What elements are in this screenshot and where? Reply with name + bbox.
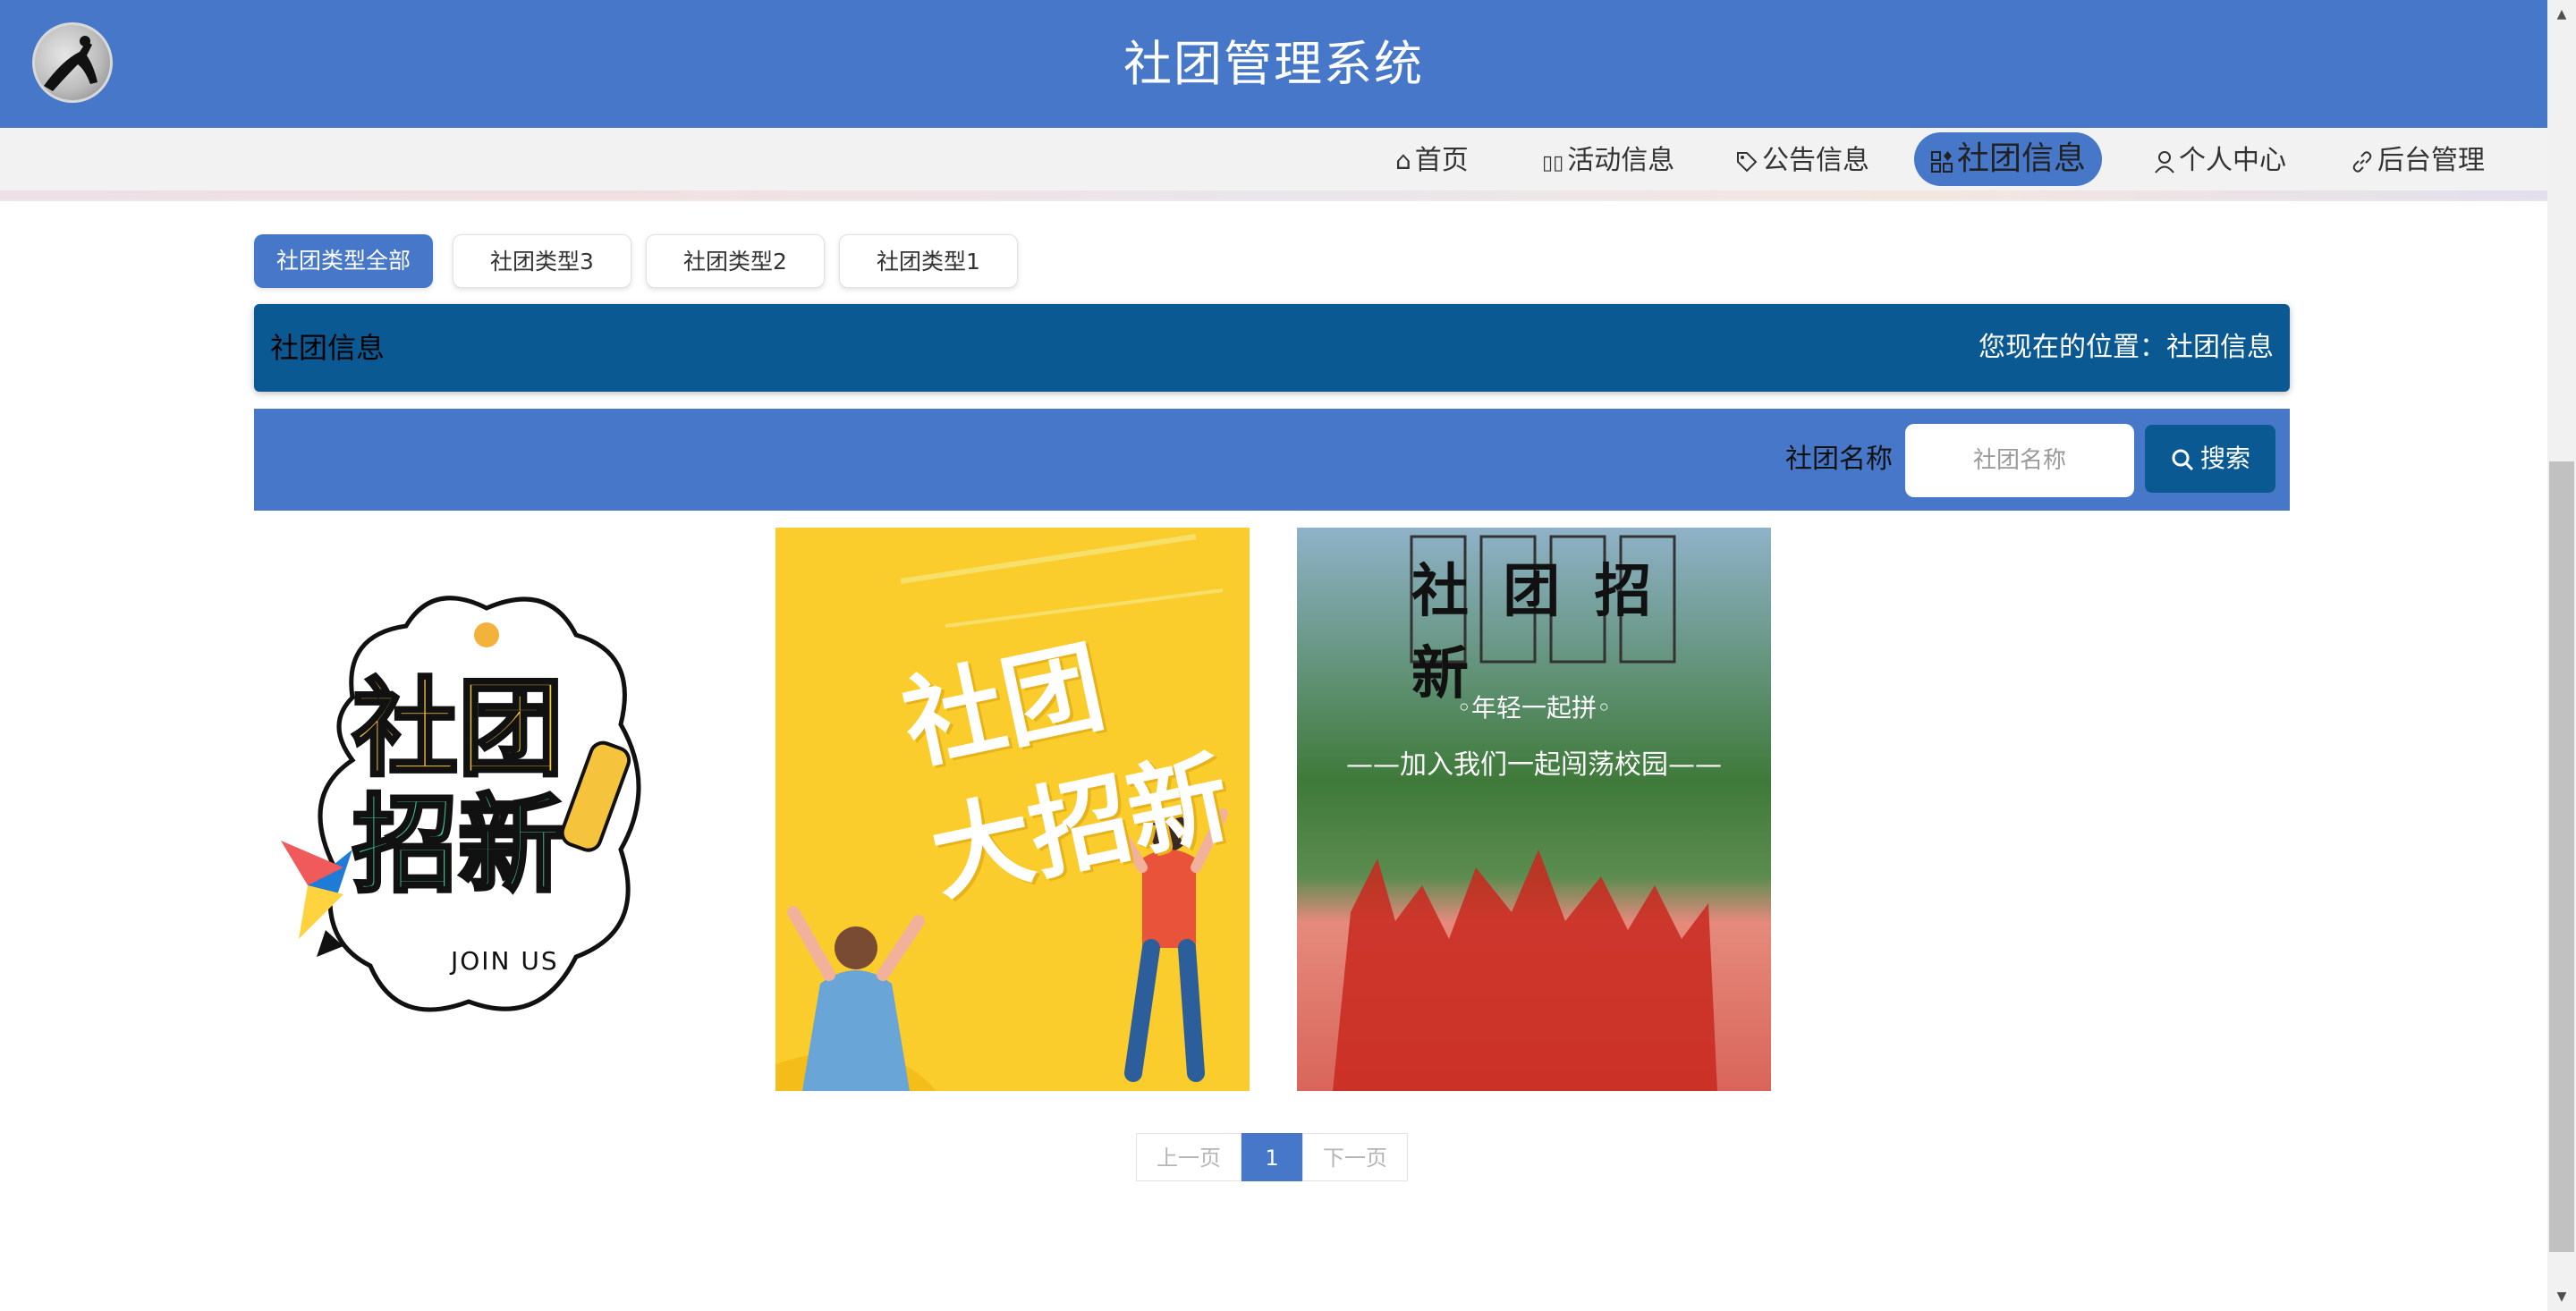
nav-item-announcements[interactable]: 公告信息 bbox=[1735, 134, 1869, 188]
section-title: 社团信息 bbox=[270, 331, 386, 365]
club-card[interactable]: 社团 大招新 bbox=[775, 528, 1250, 1091]
club-card[interactable]: 社团 招新 JOIN US bbox=[254, 528, 728, 1091]
nav-item-label: 活动信息 bbox=[1567, 145, 1675, 176]
search-input[interactable] bbox=[1905, 424, 2134, 497]
nav-item-clubs[interactable]: 社团信息 bbox=[1914, 132, 2103, 188]
category-all-button[interactable]: 社团类型全部 bbox=[254, 234, 433, 288]
nav-item-label: 公告信息 bbox=[1762, 145, 1869, 176]
grid-icon: ▯▯ bbox=[1542, 152, 1564, 174]
scroll-down-arrow-icon[interactable]: ▼ bbox=[2547, 1282, 2576, 1311]
card-art-subtext: ——加入我们一起闯荡校园—— bbox=[1346, 749, 1722, 781]
category-type1-button[interactable]: 社团类型1 bbox=[839, 234, 1018, 288]
page-number-button[interactable]: 1 bbox=[1241, 1133, 1302, 1181]
card-art-slogan: ◦年轻一起拼◦ bbox=[1456, 693, 1612, 723]
nav-item-label: 后台管理 bbox=[2377, 145, 2485, 176]
section-header: 社团信息 您现在的位置：社团信息 bbox=[254, 304, 2290, 392]
card-art-title: 社 团 招 新 bbox=[1411, 559, 1659, 707]
nav-item-label: 首页 bbox=[1414, 145, 1469, 176]
search-button[interactable]: 搜索 bbox=[2145, 425, 2275, 493]
apps-icon bbox=[1930, 134, 1953, 188]
nav-item-activities[interactable]: ▯▯ 活动信息 bbox=[1542, 134, 1674, 188]
tag-icon bbox=[1735, 134, 1758, 188]
category-type3-button[interactable]: 社团类型3 bbox=[453, 234, 631, 288]
search-icon bbox=[2172, 449, 2194, 471]
search-bar: 社团名称 搜索 bbox=[254, 409, 2290, 511]
next-page-button[interactable]: 下一页 bbox=[1302, 1133, 1408, 1181]
card-art-text: 社团 招新 bbox=[351, 667, 565, 907]
nav-decor-strip bbox=[0, 190, 2547, 201]
user-icon bbox=[2154, 134, 2175, 188]
scrollbar-thumb[interactable] bbox=[2549, 461, 2574, 1252]
nav-item-home[interactable]: ⌂ 首页 bbox=[1395, 134, 1469, 188]
link-icon bbox=[2351, 134, 2374, 188]
search-label: 社团名称 bbox=[1785, 444, 1893, 475]
category-type2-button[interactable]: 社团类型2 bbox=[646, 234, 825, 288]
club-card[interactable]: 社 团 招 新 ◦年轻一起拼◦ ——加入我们一起闯荡校园—— bbox=[1297, 528, 1771, 1091]
scroll-up-arrow-icon[interactable]: ▲ bbox=[2547, 0, 2576, 29]
nav-item-admin[interactable]: 后台管理 bbox=[2351, 134, 2485, 188]
site-title: 社团管理系统 bbox=[1123, 36, 1424, 92]
breadcrumb: 您现在的位置：社团信息 bbox=[1979, 332, 2274, 363]
nav-item-label: 社团信息 bbox=[1957, 140, 2087, 177]
nav-item-profile[interactable]: 个人中心 bbox=[2154, 134, 2286, 188]
search-button-label: 搜索 bbox=[2199, 444, 2250, 473]
nav-item-label: 个人中心 bbox=[2179, 145, 2286, 176]
home-icon: ⌂ bbox=[1395, 146, 1411, 175]
prev-page-button[interactable]: 上一页 bbox=[1136, 1133, 1241, 1181]
page: 社团管理系统 ⌂ 首页 ▯▯ 活动信息 公告信息 社团信息 个人中心 后台管理 社团… bbox=[0, 0, 2576, 1311]
card-art-subtext: JOIN US bbox=[451, 946, 559, 976]
